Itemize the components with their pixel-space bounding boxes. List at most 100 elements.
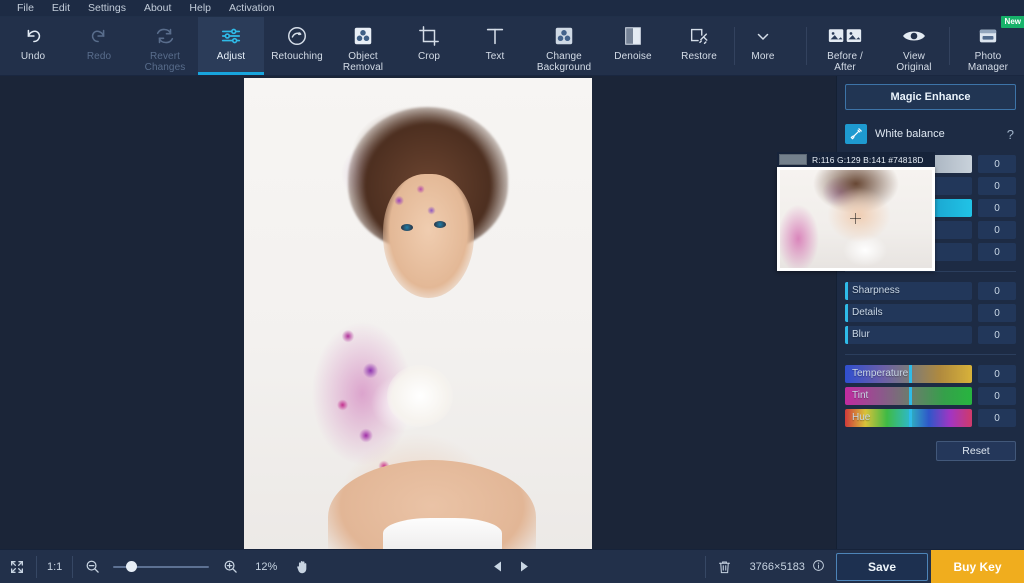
before-after-icon: [828, 24, 862, 48]
canvas-area[interactable]: [0, 76, 836, 549]
sharpness-handle[interactable]: [845, 282, 848, 300]
bottom-divider-3: [705, 556, 706, 578]
app-window: File Edit Settings About Help Activation…: [0, 0, 1024, 583]
toolbar-left-group: Undo Redo Revert: [0, 17, 789, 75]
menu-item-about[interactable]: About: [135, 0, 180, 17]
tint-slider[interactable]: Tint: [845, 387, 972, 405]
panel-divider-1: [845, 271, 1016, 272]
tool-denoise[interactable]: Denoise: [600, 17, 666, 75]
main-toolbar: Undo Redo Revert: [0, 17, 1024, 76]
slider-row-details: Details 0: [845, 304, 1016, 322]
tool-photo-manager[interactable]: New Photo Manager: [952, 17, 1024, 75]
hue-slider[interactable]: Hue: [845, 409, 972, 427]
tool-text[interactable]: Text: [462, 17, 528, 75]
hue-value[interactable]: 0: [978, 409, 1016, 427]
edited-photo-image: [244, 78, 592, 549]
hue-label: Hue: [852, 409, 870, 427]
undo-icon: [22, 24, 44, 48]
fit-screen-button[interactable]: [0, 550, 34, 583]
crop-icon: [418, 24, 440, 48]
details-handle[interactable]: [845, 304, 848, 322]
zoom-out-button[interactable]: [75, 550, 109, 583]
zoom-slider[interactable]: [113, 560, 209, 574]
menu-item-file[interactable]: File: [8, 0, 43, 17]
eye-icon: [902, 24, 926, 48]
tool-restore[interactable]: Restore: [666, 17, 732, 75]
tool-restore-label: Restore: [667, 51, 731, 62]
menu-item-help[interactable]: Help: [180, 0, 220, 17]
tool-change-background[interactable]: Change Background: [528, 17, 600, 75]
panel-divider-2: [845, 354, 1016, 355]
brightness-value[interactable]: 0: [978, 155, 1016, 173]
tool-before-after-label: Before / After: [813, 51, 877, 73]
blur-slider[interactable]: Blur: [845, 326, 972, 344]
sharpness-value[interactable]: 0: [978, 282, 1016, 300]
adjust-panel: Magic Enhance White balance ? Brightness…: [836, 76, 1024, 549]
tool-object-removal[interactable]: Object Removal: [330, 17, 396, 75]
white-balance-row: White balance ?: [845, 123, 1016, 145]
photo-manager-new-badge: New: [1001, 16, 1024, 28]
save-button[interactable]: Save: [836, 553, 928, 581]
tool-denoise-label: Denoise: [601, 51, 665, 62]
tint-handle[interactable]: [909, 387, 912, 405]
blur-handle[interactable]: [845, 326, 848, 344]
tool-adjust[interactable]: Adjust: [198, 17, 264, 75]
tool-undo-label: Undo: [1, 51, 65, 62]
temperature-handle[interactable]: [909, 365, 912, 383]
help-icon[interactable]: ?: [1005, 127, 1016, 142]
details-slider[interactable]: Details: [845, 304, 972, 322]
temperature-label: Temperature: [852, 365, 908, 383]
actual-size-button[interactable]: 1:1: [39, 561, 70, 573]
toolbar-divider-3: [949, 27, 950, 65]
menu-item-activation[interactable]: Activation: [220, 0, 284, 17]
info-icon[interactable]: [812, 563, 825, 575]
tint-label: Tint: [852, 387, 868, 405]
photo-manager-icon: [977, 24, 999, 48]
next-image-button[interactable]: [516, 559, 531, 574]
reset-button[interactable]: Reset: [936, 441, 1016, 461]
hue-handle[interactable]: [909, 409, 912, 427]
slider-row-hue: Hue 0: [845, 409, 1016, 427]
photo-canvas[interactable]: [244, 78, 592, 549]
tool-text-label: Text: [463, 51, 527, 62]
shadows-value[interactable]: 0: [978, 243, 1016, 261]
zoom-in-button[interactable]: [213, 550, 247, 583]
eyedropper-icon[interactable]: [845, 124, 867, 144]
white-balance-label: White balance: [875, 128, 1005, 140]
zoom-slider-knob[interactable]: [126, 561, 137, 572]
tool-undo[interactable]: Undo: [0, 17, 66, 75]
tool-crop[interactable]: Crop: [396, 17, 462, 75]
delete-image-button[interactable]: [708, 550, 742, 583]
photo-detail-flower: [387, 365, 453, 427]
tool-more[interactable]: More: [737, 17, 789, 75]
contrast-value[interactable]: 0: [978, 177, 1016, 195]
saturation-value[interactable]: 0: [978, 199, 1016, 217]
toolbar-spacer: [789, 17, 804, 75]
image-navigation: [319, 559, 702, 574]
details-value[interactable]: 0: [978, 304, 1016, 322]
previous-image-button[interactable]: [491, 559, 506, 574]
tint-value[interactable]: 0: [978, 387, 1016, 405]
tool-revert-changes[interactable]: Revert Changes: [132, 17, 198, 75]
temperature-slider[interactable]: Temperature: [845, 365, 972, 383]
menu-item-edit[interactable]: Edit: [43, 0, 79, 17]
magic-enhance-button[interactable]: Magic Enhance: [845, 84, 1016, 110]
blur-value[interactable]: 0: [978, 326, 1016, 344]
hand-tool-button[interactable]: [285, 550, 319, 583]
tool-before-after[interactable]: Before / After: [809, 17, 881, 75]
highlights-value[interactable]: 0: [978, 221, 1016, 239]
bottom-bar: 1:1 12%: [0, 549, 1024, 583]
toolbar-right-group: Before / After View Original Ne: [804, 17, 1024, 75]
tool-view-original[interactable]: View Original: [881, 17, 947, 75]
tool-view-original-label: View Original: [882, 51, 946, 73]
sharpness-slider[interactable]: Sharpness: [845, 282, 972, 300]
menu-item-settings[interactable]: Settings: [79, 0, 135, 17]
bottom-right-group: 3766×5183 Save Buy Key: [703, 550, 1024, 583]
tool-retouching[interactable]: Retouching: [264, 17, 330, 75]
slider-row-tint: Tint 0: [845, 387, 1016, 405]
buy-key-button[interactable]: Buy Key: [931, 550, 1024, 583]
revert-icon: [154, 24, 176, 48]
temperature-value[interactable]: 0: [978, 365, 1016, 383]
color-swatch: [779, 154, 807, 165]
tool-redo[interactable]: Redo: [66, 17, 132, 75]
